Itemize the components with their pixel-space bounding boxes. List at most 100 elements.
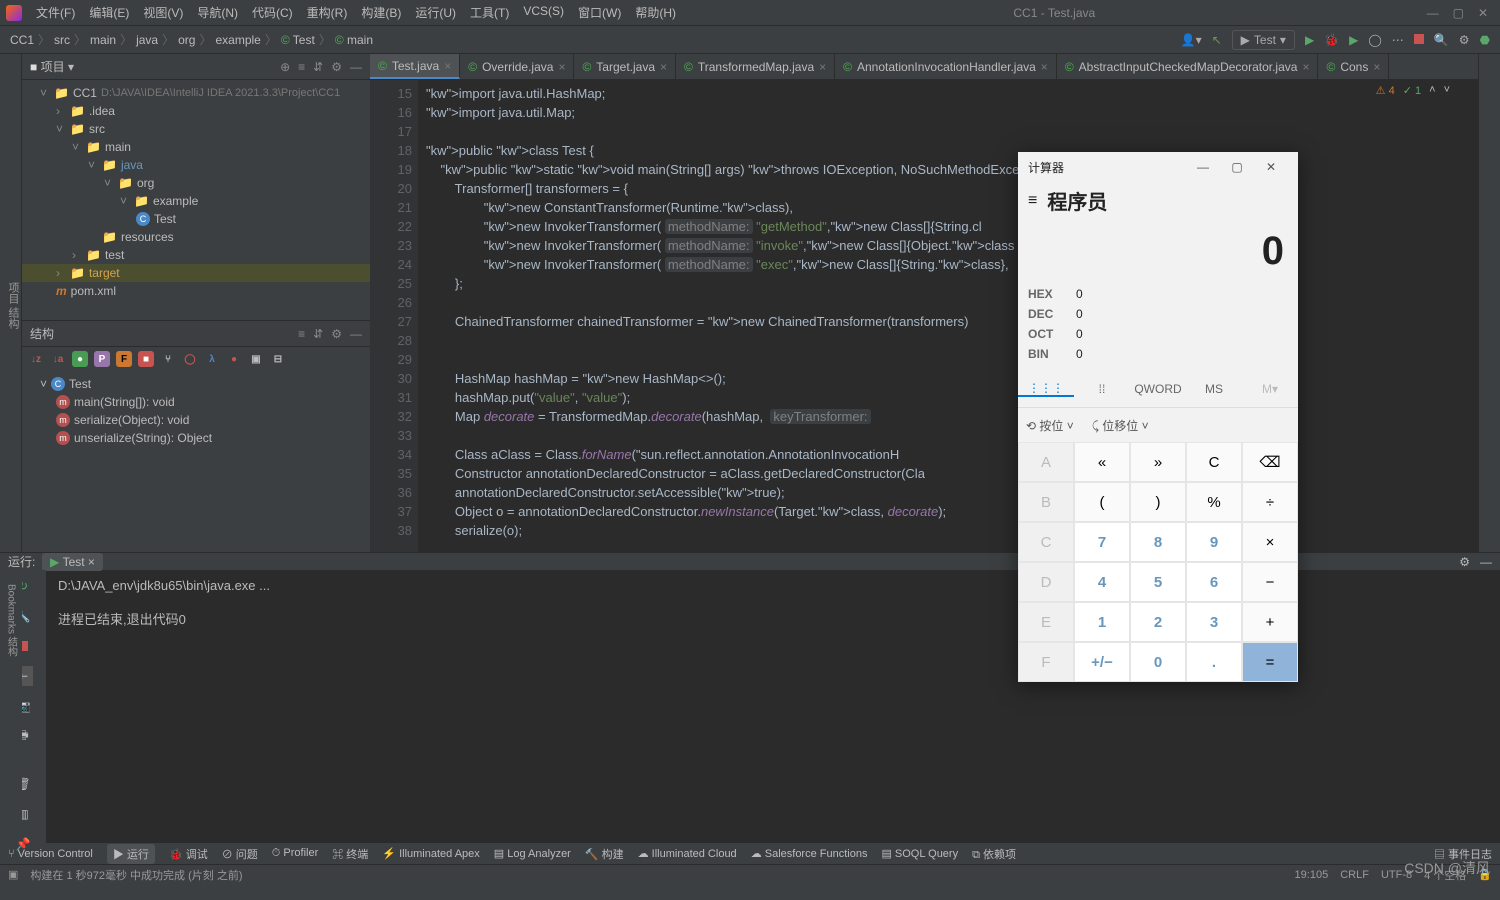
calc-key-.[interactable]: . (1186, 642, 1242, 682)
calc-key-8[interactable]: 8 (1130, 522, 1186, 562)
calc-key-B[interactable]: B (1018, 482, 1074, 522)
calc-subopt[interactable]: ⟲ 按位 ˅ (1026, 417, 1074, 434)
run-icon[interactable]: ▶ (1305, 33, 1314, 47)
calc-key-÷[interactable]: ÷ (1242, 482, 1298, 522)
tree-item[interactable]: 📁 resources (22, 228, 370, 246)
close-tab-icon[interactable]: × (819, 60, 826, 74)
bottom-tool[interactable]: 🔨 构建 (585, 846, 624, 862)
calc-tab[interactable]: M▾ (1242, 382, 1298, 396)
gear-icon[interactable]: ⚙ (331, 60, 342, 74)
breadcrumb-item[interactable]: © Test (281, 33, 315, 47)
close-tab-icon[interactable]: × (660, 60, 667, 74)
minimize-icon[interactable]: — (1427, 6, 1439, 20)
calc-key-C[interactable]: C (1186, 442, 1242, 482)
calculator-window[interactable]: 计算器 — ▢ ✕ ≡ 程序员 0 HEX0DEC0OCT0BIN0 ⋮⋮⋮⁞⁞… (1018, 152, 1298, 682)
menu-item[interactable]: 导航(N) (191, 2, 244, 23)
close-tab-icon[interactable]: × (1302, 60, 1309, 74)
breadcrumb-item[interactable]: org (178, 33, 195, 47)
editor-tab[interactable]: ©AnnotationInvocationHandler.java× (835, 54, 1057, 79)
debug-icon[interactable]: 🐞 (1324, 33, 1339, 47)
tree-item[interactable]: ˅📁 src (22, 120, 370, 138)
breadcrumb-item[interactable]: java (136, 33, 158, 47)
left-gutter[interactable]: 项目 结构 (0, 54, 22, 552)
calc-key-+[interactable]: + (1242, 602, 1298, 642)
status-icon[interactable]: ▣ (8, 868, 18, 881)
struct-tool[interactable]: ● (72, 351, 88, 367)
tree-item[interactable]: ˅📁 java (22, 156, 370, 174)
struct-tool[interactable]: ⊟ (270, 351, 286, 367)
back-icon[interactable]: ↖ (1212, 33, 1222, 47)
bottom-tool[interactable]: ⚡ Illuminated Apex (382, 847, 479, 860)
right-gutter[interactable] (1478, 54, 1500, 552)
bottom-tool[interactable]: ☁ Salesforce Functions (751, 847, 868, 860)
struct-tool[interactable]: F (116, 351, 132, 367)
sort2-icon[interactable]: ⇵ (313, 327, 323, 341)
calc-key-3[interactable]: 3 (1186, 602, 1242, 642)
breadcrumb-item[interactable]: example (215, 33, 260, 47)
maximize-icon[interactable]: ▢ (1220, 160, 1254, 174)
collapse-icon[interactable]: ⇵ (313, 60, 323, 74)
close-tab-icon[interactable]: × (558, 60, 565, 74)
calc-key-⌫[interactable]: ⌫ (1242, 442, 1298, 482)
breadcrumb-item[interactable]: main (90, 33, 116, 47)
struct-tool[interactable]: ↓a (50, 351, 66, 367)
menu-item[interactable]: 构建(B) (355, 2, 407, 23)
calc-key-%[interactable]: % (1186, 482, 1242, 522)
struct-tool[interactable]: ■ (138, 351, 154, 367)
calc-base-row[interactable]: BIN0 (1028, 344, 1288, 364)
calc-subopt[interactable]: ⤹ 位移位 ˅ (1092, 417, 1149, 434)
bottom-tool[interactable]: ▤ SOQL Query (881, 847, 958, 860)
calc-key-×[interactable]: × (1242, 522, 1298, 562)
editor-tab[interactable]: ©Cons× (1318, 54, 1389, 79)
editor-tab[interactable]: ©AbstractInputCheckedMapDecorator.java× (1057, 54, 1319, 79)
ok-count[interactable]: ✓ 1 (1403, 84, 1421, 97)
hide-icon[interactable]: — (350, 60, 362, 74)
gradle-icon[interactable]: ⬣ (1480, 33, 1490, 47)
calc-key-C[interactable]: C (1018, 522, 1074, 562)
calc-key-9[interactable]: 9 (1186, 522, 1242, 562)
calc-tab[interactable]: ⋮⋮⋮ (1018, 381, 1074, 397)
structure-item[interactable]: m main(String[]): void (22, 393, 370, 411)
bottom-tool[interactable]: ⏱ Profiler (272, 847, 318, 860)
attach-icon[interactable]: ⋯ (1392, 33, 1404, 47)
struct-tool[interactable]: ● (226, 351, 242, 367)
editor-tab[interactable]: ©Override.java× (460, 54, 574, 79)
struct-tool[interactable]: λ (204, 351, 220, 367)
menu-item[interactable]: 工具(T) (464, 2, 515, 23)
calc-tab[interactable]: MS (1186, 382, 1242, 396)
menu-item[interactable]: 运行(U) (409, 2, 462, 23)
tree-item[interactable]: C Test (22, 210, 370, 228)
maximize-icon[interactable]: ▢ (1453, 6, 1464, 20)
chevron-down-icon[interactable]: ˅ (1444, 84, 1450, 97)
struct-tool[interactable]: ◯ (182, 351, 198, 367)
menu-item[interactable]: 窗口(W) (572, 2, 627, 23)
calc-key-4[interactable]: 4 (1074, 562, 1130, 602)
tree-item[interactable]: ›📁 test (22, 246, 370, 264)
menu-item[interactable]: VCS(S) (517, 2, 570, 23)
menu-item[interactable]: 编辑(E) (83, 2, 135, 23)
calc-key-7[interactable]: 7 (1074, 522, 1130, 562)
run-config-selector[interactable]: ▶ Test ▾ (1232, 30, 1295, 50)
line-sep[interactable]: CRLF (1340, 869, 1369, 881)
calc-key-6[interactable]: 6 (1186, 562, 1242, 602)
hide-icon[interactable]: — (1480, 555, 1492, 569)
menu-item[interactable]: 视图(V) (137, 2, 189, 23)
calc-key-1[interactable]: 1 (1074, 602, 1130, 642)
code-editor[interactable]: "kw">import java.util.HashMap; "kw">impo… (418, 80, 1478, 552)
stop-icon[interactable] (1414, 33, 1424, 47)
caret-pos[interactable]: 19:105 (1295, 869, 1329, 881)
calc-key-D[interactable]: D (1018, 562, 1074, 602)
bottom-tool[interactable]: ⊘ 问题 (222, 846, 258, 862)
calc-key-A[interactable]: A (1018, 442, 1074, 482)
calc-key-5[interactable]: 5 (1130, 562, 1186, 602)
search-icon[interactable]: 🔍 (1434, 33, 1449, 47)
expand-icon[interactable]: ≡ (298, 60, 305, 74)
close-icon[interactable]: ✕ (1478, 6, 1488, 20)
calc-key-([interactable]: ( (1074, 482, 1130, 522)
bottom-tool[interactable]: ▤ Log Analyzer (494, 847, 571, 860)
bottom-tool[interactable]: ☁ Illuminated Cloud (638, 847, 737, 860)
calc-key-)[interactable]: ) (1130, 482, 1186, 522)
tree-item[interactable]: ˅📁 org (22, 174, 370, 192)
menu-item[interactable]: 重构(R) (301, 2, 354, 23)
breadcrumb-item[interactable]: src (54, 33, 70, 47)
